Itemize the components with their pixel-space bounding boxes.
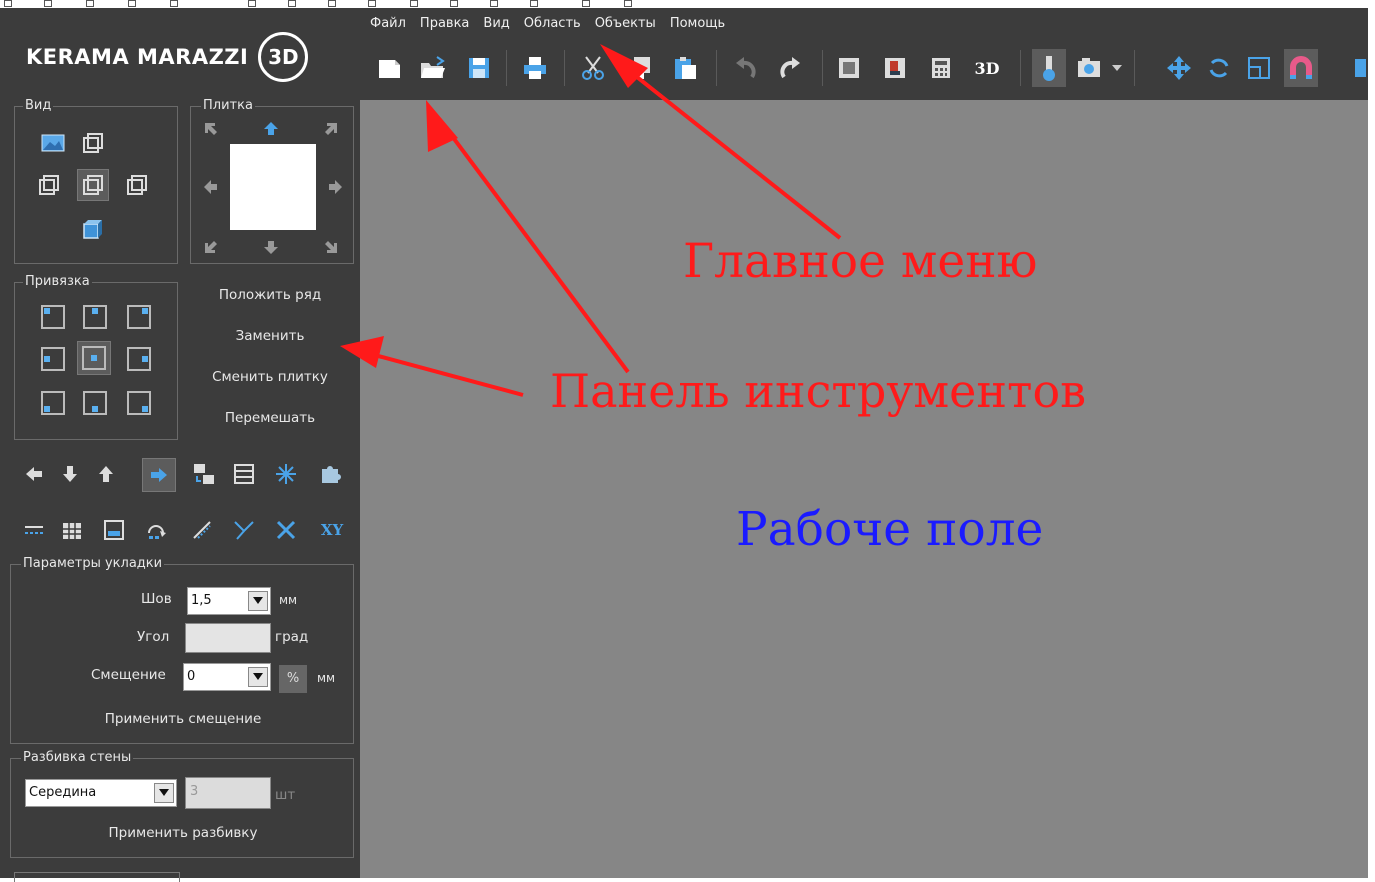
arrowhead [340,336,384,368]
annotation-workspace: Рабоче поле [736,502,1044,557]
arrow-to-menu [616,60,842,240]
arrow-to-tool-panel [355,348,524,397]
annotation-main-menu: Главное меню [683,234,1038,289]
annotation-arrows [340,44,842,397]
arrowhead [426,100,458,152]
arrow-to-toolbar [438,118,630,374]
annotation-toolbar: Панель инструментов [550,364,1087,418]
